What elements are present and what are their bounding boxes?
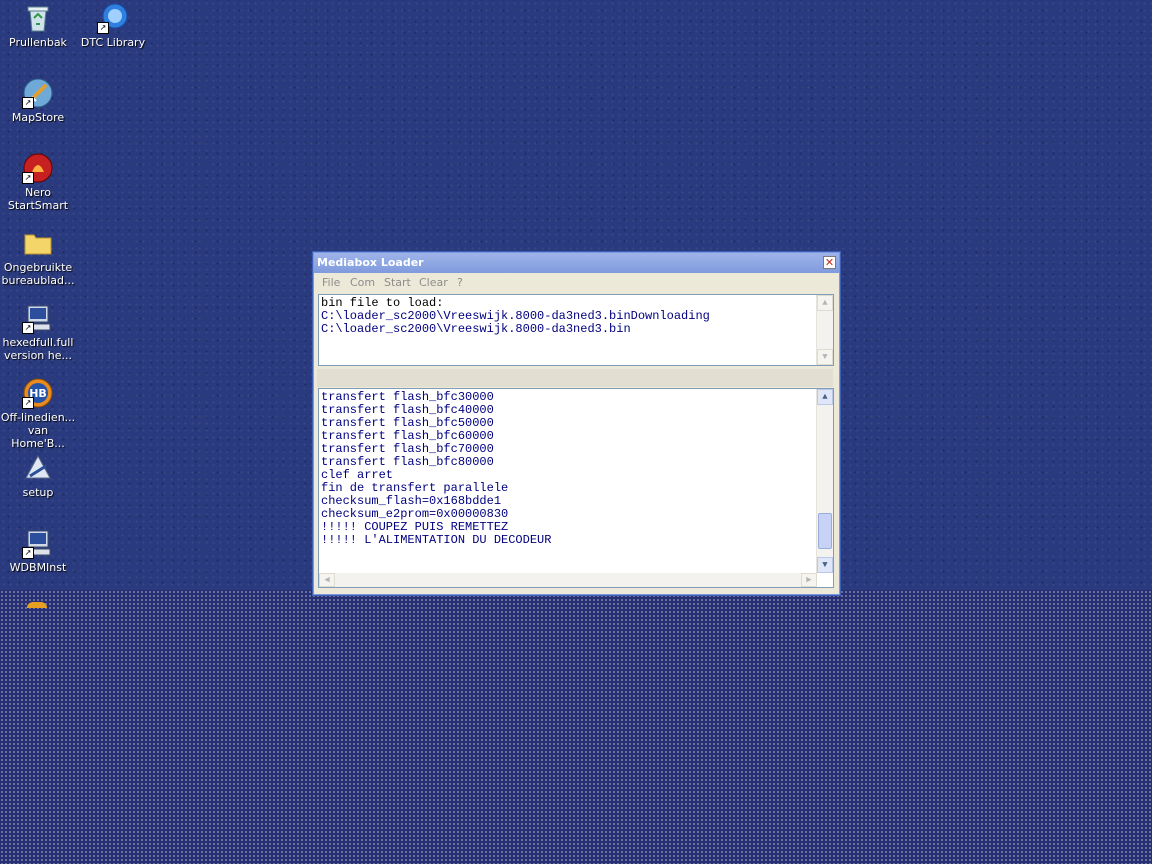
desktop-icon-wdbminst[interactable]: ↗ WDBMInst [0, 527, 76, 574]
scroll-down-button[interactable]: ▼ [817, 557, 833, 573]
installer-icon: ↗ [22, 527, 54, 559]
mapstore-icon: ↗ [22, 77, 54, 109]
partial-desktop-icon [27, 602, 47, 608]
bottom-log-textbox[interactable]: transfert flash_bfc30000 transfert flash… [318, 388, 834, 588]
desktop-icon-label: DTC Library [80, 36, 146, 49]
desktop-icon-label: Ongebruikte bureaublad... [1, 261, 75, 287]
shortcut-arrow-icon: ↗ [97, 22, 109, 34]
recycle-bin-icon [22, 2, 54, 34]
bottom-log-line: !!!!! L'ALIMENTATION DU DECODEUR [321, 533, 552, 547]
window-title: Mediabox Loader [317, 256, 424, 269]
shortcut-arrow-icon: ↗ [22, 172, 34, 184]
installer-icon: ↗ [22, 302, 54, 334]
scroll-thumb[interactable] [818, 513, 832, 549]
desktop-icon-mapstore[interactable]: ↗ MapStore [0, 77, 76, 124]
desktop-icon-label: MapStore [11, 111, 65, 124]
menu-com[interactable]: Com [350, 276, 375, 289]
shortcut-arrow-icon: ↗ [22, 97, 34, 109]
desktop-icon-label: setup [22, 486, 54, 499]
desktop-background-lower [0, 590, 1152, 864]
homebanking-icon: HB ↗ [22, 377, 54, 409]
mediabox-loader-window: Mediabox Loader ✕ File Com Start Clear ?… [313, 252, 840, 595]
scroll-left-button[interactable]: ◀ [319, 573, 335, 587]
shortcut-arrow-icon: ↗ [22, 322, 34, 334]
scroll-up-button[interactable]: ▲ [817, 295, 833, 311]
desktop-icon-label: Off-linedien... van Home'B... [0, 411, 76, 450]
scroll-down-button[interactable]: ▼ [817, 349, 833, 365]
shortcut-arrow-icon: ↗ [22, 547, 34, 559]
bottom-log-vertical-scrollbar[interactable]: ▲ ▼ [816, 389, 833, 573]
desktop-icon-recycle-bin[interactable]: Prullenbak [0, 2, 76, 49]
shortcut-arrow-icon: ↗ [22, 397, 34, 409]
desktop-icon-homebanking[interactable]: HB ↗ Off-linedien... van Home'B... [0, 377, 76, 450]
scroll-right-button[interactable]: ▶ [801, 573, 817, 587]
splitter-bar[interactable] [317, 369, 833, 387]
top-log-scrollbar[interactable]: ▲ ▼ [816, 295, 833, 365]
menu-clear[interactable]: Clear [419, 276, 448, 289]
scroll-up-button[interactable]: ▲ [817, 389, 833, 405]
menu-bar: File Com Start Clear ? [314, 273, 839, 291]
bottom-log-content: transfert flash_bfc30000 transfert flash… [319, 389, 833, 547]
top-log-content: bin file to load: C:\loader_sc2000\Vrees… [319, 295, 833, 336]
menu-file[interactable]: File [322, 276, 340, 289]
menu-help[interactable]: ? [457, 276, 463, 289]
title-bar[interactable]: Mediabox Loader ✕ [314, 253, 839, 273]
top-log-line: C:\loader_sc2000\Vreeswijk.8000-da3ned3.… [321, 322, 631, 336]
desktop-icon-hexedfull[interactable]: ↗ hexedfull.full version he... [0, 302, 76, 362]
setup-icon [22, 452, 54, 484]
desktop-icon-nero[interactable]: ↗ Nero StartSmart [0, 152, 76, 212]
menu-start[interactable]: Start [384, 276, 411, 289]
desktop-icon-dtc-library[interactable]: ↗ DTC Library [75, 2, 151, 49]
desktop-icon-label: Prullenbak [9, 36, 67, 49]
desktop-icon-label: Nero StartSmart [7, 186, 69, 212]
desktop-icon-label: WDBMInst [9, 561, 67, 574]
nero-icon: ↗ [22, 152, 54, 184]
desktop-icon-setup[interactable]: setup [0, 452, 76, 499]
desktop-icon-label: hexedfull.full version he... [2, 336, 74, 362]
bottom-log-line: transfert flash_bfc80000 [321, 455, 494, 469]
folder-icon [22, 227, 54, 259]
bottom-log-horizontal-scrollbar[interactable]: ◀ ▶ [319, 573, 817, 587]
desktop-icon-folder[interactable]: Ongebruikte bureaublad... [0, 227, 76, 287]
close-button[interactable]: ✕ [823, 256, 836, 269]
top-log-textbox[interactable]: bin file to load: C:\loader_sc2000\Vrees… [318, 294, 834, 366]
dtc-library-icon: ↗ [97, 2, 129, 34]
